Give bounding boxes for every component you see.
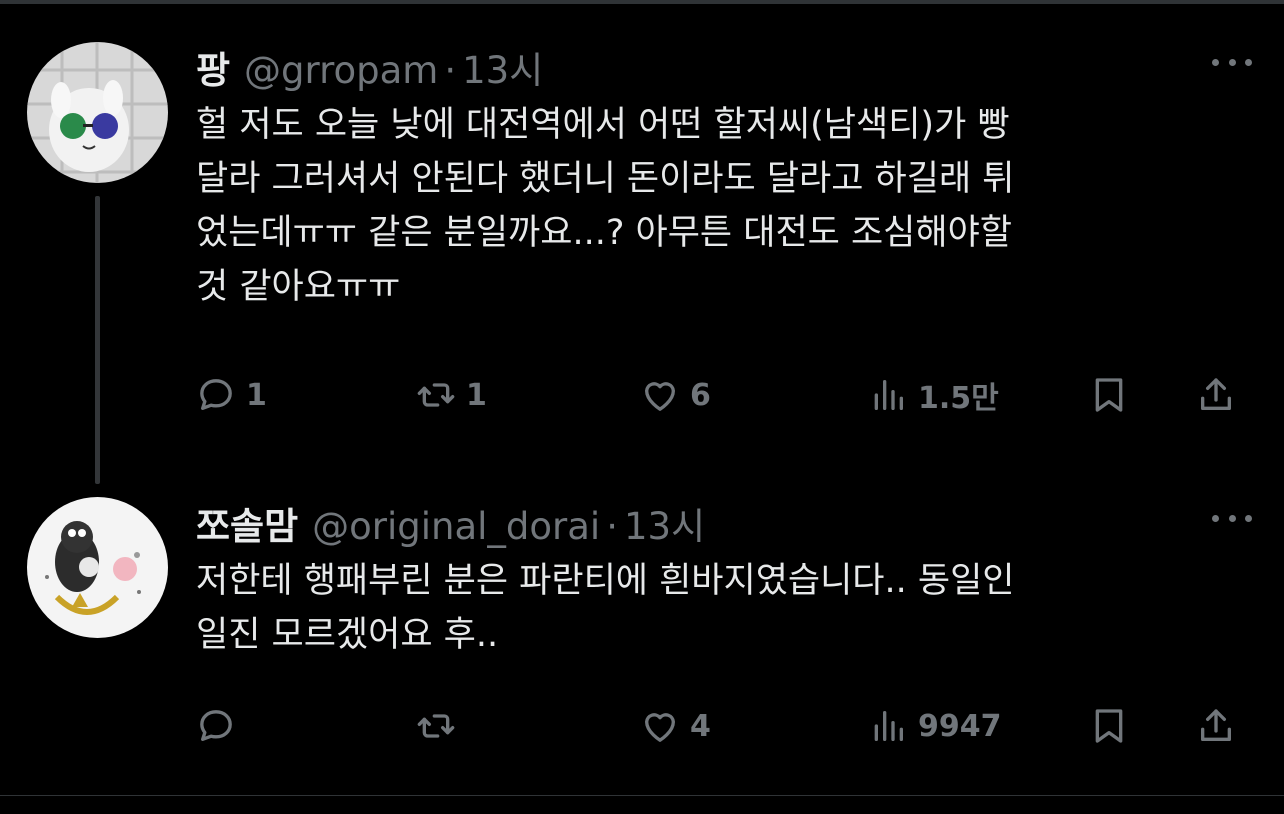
timestamp[interactable]: 13시 [462,40,543,94]
heart-icon [645,713,675,742]
more-dots-icon[interactable] [1212,56,1252,68]
user-handle[interactable]: @original_dorai [312,505,600,548]
top-divider [0,0,1284,4]
bookmark-button[interactable] [1089,370,1129,420]
bookmark-button[interactable] [1089,701,1129,751]
timestamp[interactable]: 13시 [624,496,705,550]
share-button[interactable] [1196,701,1236,751]
share-upload-icon [1201,378,1231,410]
share-upload-icon [1201,709,1231,741]
retweet-arrows-icon [417,714,455,738]
avatar[interactable] [27,42,168,183]
like-button[interactable]: 6 [640,370,711,420]
separator-dot: · [606,505,618,548]
thread-connector-line [95,196,100,484]
like-count: 4 [690,708,711,744]
tweet-header: 쪼솔맘 @original_dorai · 13시 [196,496,705,550]
retweet-arrows-icon [417,383,455,407]
speech-bubble-icon [200,379,232,410]
views-count: 9947 [918,708,1002,744]
tweet-header: 팡 @grropam · 13시 [196,40,543,94]
action-bar: 1 1 6 1.5만 [196,370,1256,420]
bar-chart-icon [874,711,903,741]
more-dots-icon[interactable] [1212,512,1252,524]
display-name[interactable]: 팡 [196,40,230,94]
views-button[interactable]: 1.5만 [868,370,999,420]
tweet-text: 헐 저도 오늘 낮에 대전역에서 어떤 할저씨(남색티)가 빵 달라 그러셔서 … [196,105,1015,307]
user-handle[interactable]: @grropam [244,49,438,92]
heart-icon [645,382,675,411]
views-button[interactable]: 9947 [868,701,1002,751]
reply-button[interactable] [196,701,246,751]
bar-chart-icon [874,380,903,410]
views-count: 1.5만 [918,381,999,416]
like-button[interactable]: 4 [640,701,711,751]
bottom-divider [0,795,1284,796]
reply-button[interactable]: 1 [196,370,267,420]
share-button[interactable] [1196,370,1236,420]
tweet-text: 저한테 행패부린 분은 파란티에 흰바지였습니다.. 동일인 일진 모르겠어요 … [196,561,1015,655]
separator-dot: · [444,49,457,92]
reply-count: 1 [246,377,267,413]
like-count: 6 [690,377,711,413]
bookmark-icon [1095,378,1123,412]
retweet-count: 1 [466,377,487,413]
speech-bubble-icon [200,710,232,741]
action-bar: 4 9947 [196,701,1256,751]
bookmark-icon [1095,709,1123,743]
avatar[interactable] [27,497,168,638]
retweet-button[interactable]: 1 [416,370,487,420]
retweet-button[interactable] [416,701,466,751]
display-name[interactable]: 쪼솔맘 [196,496,298,550]
